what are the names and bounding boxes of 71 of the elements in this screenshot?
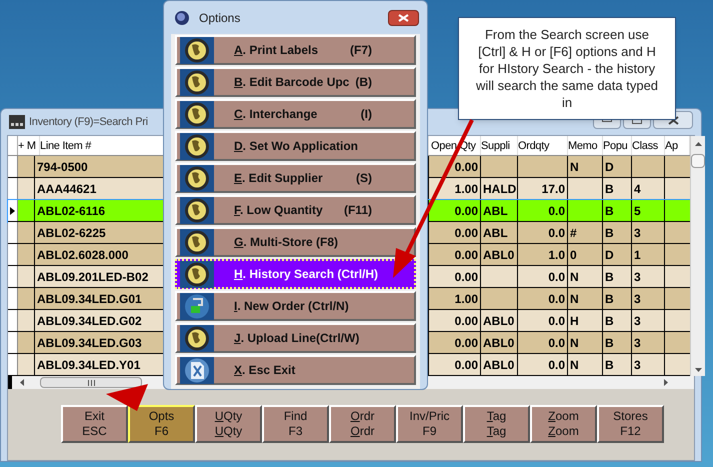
table-cell-text: B xyxy=(605,180,614,198)
table-cell-text: 4 xyxy=(634,180,641,198)
shortcut-label: (S) xyxy=(356,170,372,187)
shortcut-label: (F7) xyxy=(350,42,372,59)
table-cell-text: 1 xyxy=(634,246,641,264)
table-cell-text: 1.00 xyxy=(454,180,478,198)
table-cell-text: ABL xyxy=(483,224,508,242)
table-cell-text: ABL09.34LED.Y01 xyxy=(37,356,140,374)
table-cell-text: ABL02-6225 xyxy=(37,224,106,242)
dialog-title: Options xyxy=(199,10,240,26)
table-cell-text: ABL09.201LED-B02 xyxy=(37,268,148,286)
table-cell-text: 3 xyxy=(634,356,641,374)
table-cell-text: 0.00 xyxy=(454,158,478,176)
table-cell-text: B xyxy=(605,356,614,374)
table-cell-text: 0.0 xyxy=(548,290,565,308)
table-cell-text: N xyxy=(570,334,579,352)
table-cell-text: ABL02.6028.000 xyxy=(37,246,128,264)
table-cell-text: ABL02-6116 xyxy=(37,202,106,220)
table-cell-text: ABL0 xyxy=(483,312,514,330)
table-cell-text: AAA44621 xyxy=(37,180,96,198)
table-cell-text: N xyxy=(570,290,579,308)
table-cell-text: ABL0 xyxy=(483,334,514,352)
table-cell-text: 5 xyxy=(634,202,641,220)
table-cell-text: ABL09.34LED.G01 xyxy=(37,290,142,308)
table-cell-text: 0.00 xyxy=(454,224,478,242)
table-cell-text: N xyxy=(570,158,579,176)
window-title: Inventory (F9)=Search Pri xyxy=(29,114,148,130)
shortcut-label: (F11) xyxy=(344,202,372,219)
table-cell-text: 0.0 xyxy=(548,356,565,374)
table-cell-text: 17.0 xyxy=(542,180,565,198)
table-cell-text: 0.0 xyxy=(548,312,565,330)
table-cell-text: H xyxy=(570,312,579,330)
table-cell-text: 0.0 xyxy=(548,202,565,220)
table-cell-text: # xyxy=(570,224,577,242)
table-cell-text: 0.00 xyxy=(454,246,478,264)
table-cell-text: ABL09.34LED.G02 xyxy=(37,312,142,330)
table-cell-text: 0.00 xyxy=(454,356,478,374)
callout-tooltip: From the Search screen use [Ctrl] & H or [F6] options and H for HIstory Search - the history will search the same data typed in xyxy=(458,17,676,120)
table-cell-text: 0.00 xyxy=(454,202,478,220)
table-cell-text: 0.00 xyxy=(454,268,478,286)
shortcut-label: (I) xyxy=(360,106,372,123)
table-cell-text: ABL0 xyxy=(483,356,514,374)
table-cell-text: B xyxy=(605,224,614,242)
table-cell-text: 794-0500 xyxy=(37,158,88,176)
table-cell-text: 0.0 xyxy=(548,334,565,352)
table-cell-text: B xyxy=(605,268,614,286)
table-cell-text: D xyxy=(605,158,614,176)
table-cell-text: ABL xyxy=(483,202,508,220)
table-cell-text: D xyxy=(605,246,614,264)
table-cell-text: ABL09.34LED.G03 xyxy=(37,334,142,352)
table-cell-text: B xyxy=(605,312,614,330)
table-cell-text: 1.00 xyxy=(454,290,478,308)
table-cell-text: 0.00 xyxy=(454,312,478,330)
shortcut-label: (B) xyxy=(355,74,372,91)
table-cell-text: 3 xyxy=(634,290,641,308)
table-cell-text: 3 xyxy=(634,224,641,242)
table-cell-text: B xyxy=(605,334,614,352)
table-cell-text: 1.0 xyxy=(548,246,565,264)
table-cell-text: B xyxy=(605,202,614,220)
table-cell-text: N xyxy=(570,356,579,374)
table-cell-text: 0 xyxy=(570,246,577,264)
table-cell-text: 3 xyxy=(634,334,641,352)
table-cell-text: 0.0 xyxy=(548,224,565,242)
table-cell-text: 3 xyxy=(634,268,641,286)
table-cell-text: 0.00 xyxy=(454,334,478,352)
table-cell-text: HALD xyxy=(483,180,516,198)
table-cell-text: ABL0 xyxy=(483,246,514,264)
table-cell-text: B xyxy=(605,290,614,308)
table-cell-text: 0.0 xyxy=(548,268,565,286)
table-cell-text: 3 xyxy=(634,312,641,330)
table-cell-text: N xyxy=(570,268,579,286)
